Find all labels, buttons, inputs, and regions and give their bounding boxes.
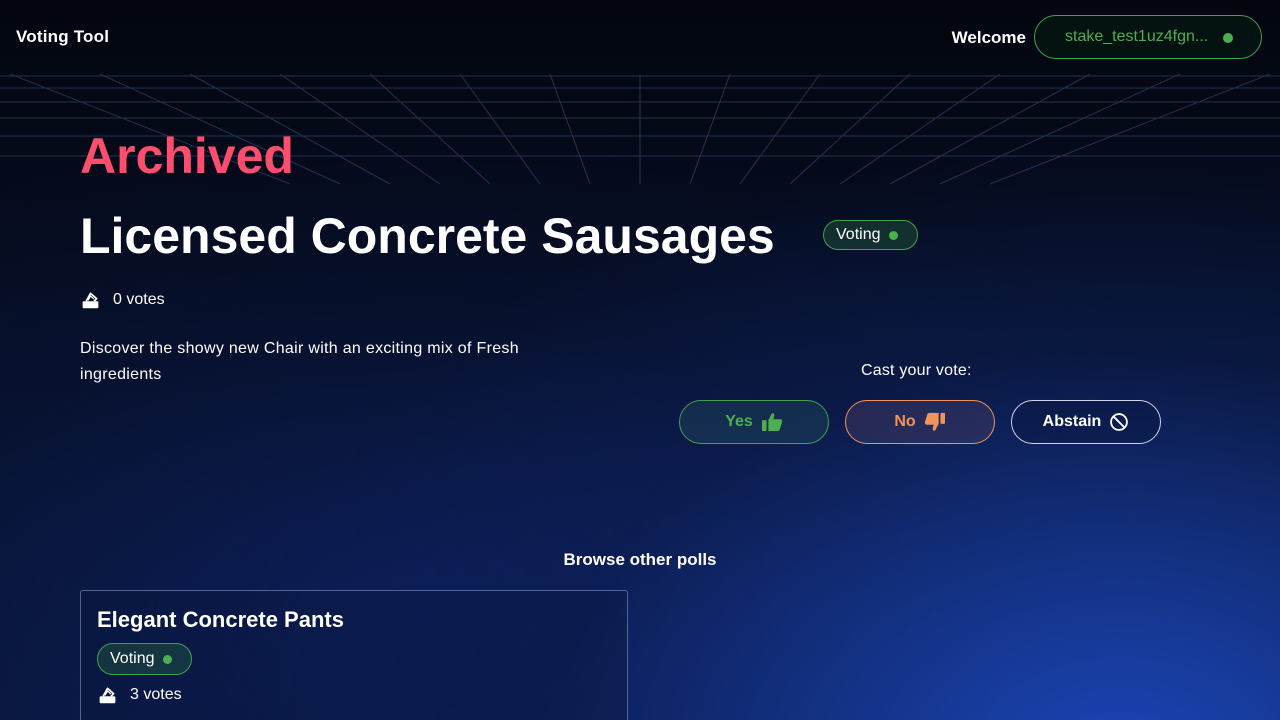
- status-dot-icon: [163, 654, 173, 664]
- wallet-button[interactable]: stake_test1uz4fgn...: [1034, 15, 1262, 59]
- connected-dot-icon: [1223, 33, 1233, 43]
- no-label: No: [894, 413, 916, 430]
- wallet-address: stake_test1uz4fgn...: [1065, 28, 1209, 45]
- thumbs-up-icon: [761, 413, 782, 432]
- poll-description: Discover the showy new Chair with an exc…: [80, 340, 519, 383]
- yes-button[interactable]: Yes: [679, 400, 829, 444]
- poll-title: Licensed Concrete Sausages: [80, 208, 775, 264]
- browse-polls-heading: Browse other polls: [563, 550, 717, 569]
- poll-card-title: Elegant Concrete Pants: [97, 607, 344, 632]
- cast-vote-label: Cast your vote:: [861, 362, 972, 379]
- poll-card-status-badge: Voting: [97, 643, 192, 675]
- yes-label: Yes: [725, 413, 753, 430]
- poll-card[interactable]: Elegant Concrete Pants Voting 3 votes: [80, 590, 628, 720]
- abstain-label: Abstain: [1042, 413, 1102, 430]
- poll-card-badge-label: Voting: [110, 650, 155, 667]
- status-badge-label: Voting: [836, 226, 881, 243]
- poll-card-votes-label: 3 votes: [130, 685, 182, 703]
- ballot-box-icon: [99, 687, 116, 704]
- thumbs-down-icon: [924, 412, 945, 431]
- ballot-box-icon: [82, 292, 99, 309]
- poll-status-heading: Archived: [80, 128, 294, 184]
- vote-count: 0 votes: [80, 289, 165, 310]
- poll-card-vote-count: 3 votes: [97, 684, 182, 705]
- app-title[interactable]: Voting Tool: [16, 27, 109, 47]
- no-button[interactable]: No: [845, 400, 995, 444]
- status-badge: Voting: [823, 220, 918, 250]
- status-dot-icon: [889, 230, 899, 240]
- abstain-button[interactable]: Abstain: [1011, 400, 1161, 444]
- welcome-text: Welcome: [951, 28, 1026, 47]
- prohibited-icon: [1110, 413, 1129, 431]
- vote-count-label: 0 votes: [113, 290, 165, 308]
